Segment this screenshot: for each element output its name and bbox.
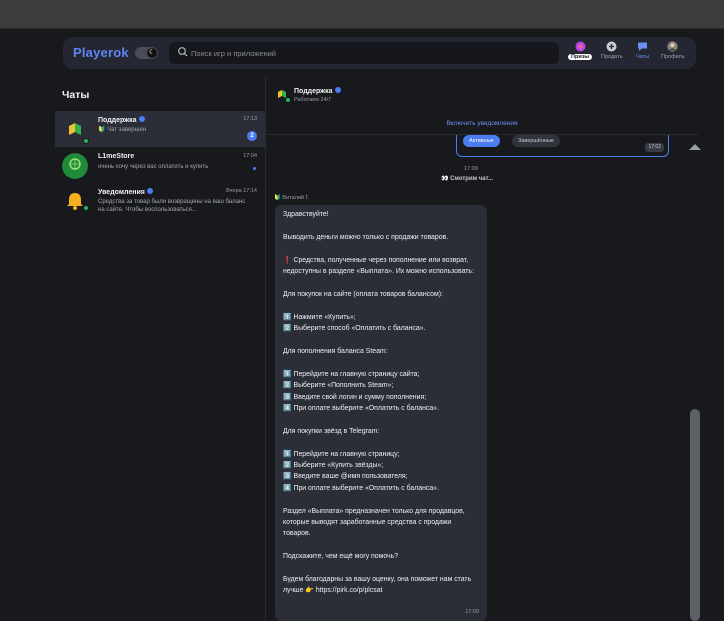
chat-item-support[interactable]: Поддержка 17:13 🔰 Чат завершен 2 bbox=[55, 111, 265, 147]
nav-label-prizes: Призы bbox=[568, 54, 593, 60]
verified-icon bbox=[146, 188, 153, 194]
top-header: Playerok ☾ Призы Продать Чаты bbox=[63, 37, 696, 69]
online-indicator bbox=[83, 205, 89, 211]
prizes-icon bbox=[575, 41, 586, 52]
chat-time: 17:13 bbox=[243, 116, 257, 122]
scrollbar-thumb[interactable] bbox=[690, 409, 700, 621]
nav-chats[interactable]: Чаты bbox=[636, 41, 649, 60]
chat-time: 17:04 bbox=[243, 153, 257, 159]
verified-icon bbox=[138, 116, 145, 122]
sidebar-divider bbox=[265, 76, 266, 621]
enable-notifications-button[interactable]: Включить уведомления bbox=[266, 115, 698, 133]
limestore-avatar bbox=[62, 153, 88, 179]
message-sender: 🔰 Виталий Г. bbox=[274, 195, 310, 201]
chats-title: Чаты bbox=[62, 89, 90, 101]
chat-name: Уведомления bbox=[98, 188, 153, 196]
conversation-title: Поддержка bbox=[294, 87, 341, 95]
nav-label-profile: Профиль bbox=[661, 54, 685, 60]
chat-name: L1meStore bbox=[98, 153, 135, 160]
nav-prizes[interactable]: Призы bbox=[568, 41, 593, 60]
theme-toggle[interactable]: ☾ bbox=[135, 47, 158, 59]
unread-dot bbox=[253, 167, 256, 170]
search-bar[interactable] bbox=[169, 42, 559, 64]
chat-item-limestore[interactable]: L1meStore 17:04 очень хочу через вас опл… bbox=[55, 148, 265, 184]
nav-label-sell: Продать bbox=[601, 54, 623, 60]
system-status-message: 👀 Смотрим чат... bbox=[441, 176, 493, 182]
chat-preview: Средства за товар были возвращены на ваш… bbox=[98, 199, 246, 213]
conversation-subtitle: Работаем 24/7 bbox=[294, 97, 332, 103]
nav-sell[interactable]: Продать bbox=[601, 41, 622, 60]
plus-circle-icon bbox=[606, 41, 617, 52]
chat-preview: очень хочу через вас оплатить и купить bbox=[98, 164, 209, 170]
chat-preview: 🔰 Чат завершен bbox=[98, 127, 147, 133]
unread-badge: 2 bbox=[247, 131, 257, 141]
chat-icon bbox=[638, 42, 648, 51]
online-indicator bbox=[286, 98, 290, 102]
chat-time: Вчера 17:14 bbox=[226, 188, 257, 194]
message-text: Здравствуйте! Выводить деньги можно толь… bbox=[283, 211, 474, 595]
moon-icon: ☾ bbox=[147, 48, 157, 58]
message-time: 17:09 bbox=[464, 166, 478, 172]
nav-label-chats: Чаты bbox=[636, 54, 650, 60]
online-indicator bbox=[83, 138, 89, 144]
card-time: 17:02 bbox=[645, 143, 664, 152]
verified-icon bbox=[334, 87, 341, 93]
message-time: 17:09 bbox=[465, 609, 479, 615]
message-bubble: Здравствуйте! Выводить деньги можно толь… bbox=[275, 205, 487, 621]
browser-top-strip bbox=[0, 0, 724, 29]
tab-completed[interactable]: Завершённые bbox=[512, 135, 560, 147]
avatar-icon bbox=[667, 41, 679, 52]
nav-profile[interactable]: Профиль bbox=[661, 41, 685, 60]
search-input[interactable] bbox=[191, 45, 551, 61]
chat-item-notifications[interactable]: Уведомления Вчера 17:14 Средства за това… bbox=[55, 183, 265, 221]
beginner-badge-icon bbox=[278, 90, 286, 98]
site-logo[interactable]: Playerok bbox=[73, 45, 129, 60]
chat-name: Поддержка bbox=[98, 116, 145, 124]
search-icon bbox=[178, 47, 188, 57]
scroll-up-arrow-icon[interactable] bbox=[689, 144, 701, 150]
tab-active[interactable]: Активные bbox=[463, 135, 500, 147]
previous-message-card: Активные Завершённые 17:02 bbox=[456, 135, 669, 157]
